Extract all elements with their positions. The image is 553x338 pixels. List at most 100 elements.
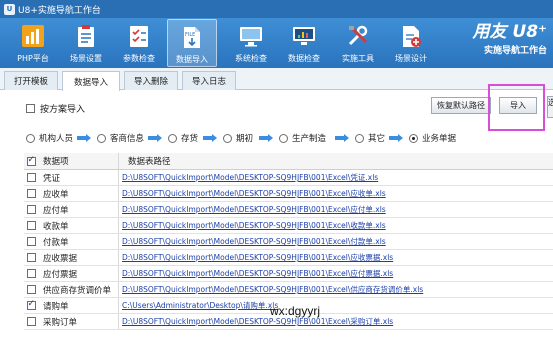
partial-button[interactable]: 选 [547,96,553,118]
radio-manufacturing[interactable] [279,133,288,143]
monitor-icon [237,22,265,50]
monitor-chart-icon [290,22,318,50]
row-checkbox[interactable] [26,285,36,294]
row-checkbox[interactable] [26,221,36,230]
options-row: 按方案导入 恢复默认路径 导入 [0,90,553,120]
flow-item-other[interactable]: 其它 [355,132,385,144]
table-row[interactable]: 付款单 D:\U8SOFT\QuickImport\Model\DESKTOP-… [24,234,553,250]
radio-customer-vendor[interactable] [97,133,106,143]
radio-business-docs[interactable] [409,133,418,143]
toolbar-data-import[interactable]: FILE 数据导入 [167,19,217,67]
select-all-checkbox[interactable] [26,155,36,166]
row-path-link[interactable]: D:\U8SOFT\QuickImport\Model\DESKTOP-SQ9H… [118,284,538,295]
row-item-name: 采购订单 [43,317,78,328]
bar-chart-icon [19,22,47,50]
arrow-right-icon [259,134,273,142]
row-checkbox[interactable] [26,253,36,262]
toolbar-scene-design[interactable]: 场景设计 [386,19,436,67]
table-row[interactable]: 应付票据 D:\U8SOFT\QuickImport\Model\DESKTOP… [24,266,553,282]
checklist-icon [125,22,153,50]
arrow-right-icon [389,134,403,142]
table-row[interactable]: 应收单 D:\U8SOFT\QuickImport\Model\DESKTOP-… [24,186,553,202]
app-icon: U [4,3,15,15]
main-toolbar: PHP平台 场景设置 参数检查 FILE 数据导入 系统检查 数据检查 实施工具… [0,18,553,68]
row-checkbox[interactable] [26,173,36,182]
row-item-name: 供应商存货调价单 [43,285,112,296]
arrow-right-icon [335,134,349,142]
tab-import-delete[interactable]: 导入删除 [124,71,178,90]
row-path-link[interactable]: D:\U8SOFT\QuickImport\Model\DESKTOP-SQ9H… [118,172,538,183]
table-row[interactable]: 应付单 D:\U8SOFT\QuickImport\Model\DESKTOP-… [24,202,553,218]
toolbar-data-check[interactable]: 数据检查 [279,19,329,67]
column-header-item[interactable]: 数据项 [38,155,118,167]
toolbar-param-check[interactable]: 参数检查 [114,19,164,67]
table-header: 数据项 数据表路径 [24,153,553,170]
tab-bar: 打开模板 数据导入 导入删除 导入日志 [0,68,553,91]
row-checkbox[interactable] [26,205,36,214]
row-path-link[interactable]: D:\U8SOFT\QuickImport\Model\DESKTOP-SQ9H… [118,188,538,199]
watermark-text: wx:dgyyrj [270,304,321,318]
brand-line1: 用友 U8⁺ [472,22,547,42]
row-item-name: 付款单 [43,237,69,248]
tools-icon [344,22,372,50]
table-row[interactable]: 收款单 D:\U8SOFT\QuickImport\Model\DESKTOP-… [24,218,553,234]
row-checkbox[interactable] [26,237,36,246]
flow-item-business-docs[interactable]: 业务单据 [409,132,456,144]
clipboard-icon [72,22,100,50]
toolbar-php-platform[interactable]: PHP平台 [8,19,58,67]
tab-data-import[interactable]: 数据导入 [62,71,120,91]
row-item-name: 应付票据 [43,269,78,280]
row-checkbox[interactable] [26,189,36,198]
scheme-import-label: 按方案导入 [40,105,86,115]
arrow-right-icon [203,134,217,142]
svg-text:FILE: FILE [185,32,195,38]
flow-item-inventory[interactable]: 存货 [168,132,198,144]
row-path-link[interactable]: D:\U8SOFT\QuickImport\Model\DESKTOP-SQ9H… [118,316,538,327]
row-item-name: 请购单 [43,301,69,312]
table-row[interactable]: 供应商存货调价单 D:\U8SOFT\QuickImport\Model\DES… [24,282,553,298]
category-flow: 机构人员 客商信息 存货 期初 生产制造 其它 业务单据 [0,128,553,148]
flow-item-customer-vendor[interactable]: 客商信息 [97,132,144,144]
row-checkbox[interactable] [26,269,36,278]
flow-item-opening[interactable]: 期初 [223,132,253,144]
title-bar: U U8+实施导航工作台 [0,0,553,18]
row-path-link[interactable]: D:\U8SOFT\QuickImport\Model\DESKTOP-SQ9H… [118,252,538,263]
table-row[interactable]: 应收票据 D:\U8SOFT\QuickImport\Model\DESKTOP… [24,250,553,266]
tab-open-template[interactable]: 打开模板 [4,71,58,90]
radio-inventory[interactable] [168,133,177,143]
flow-item-manufacturing[interactable]: 生产制造 [279,132,326,144]
row-item-name: 应收单 [43,189,69,200]
document-plus-icon [397,22,425,50]
arrow-right-icon [77,134,91,142]
row-path-link[interactable]: D:\U8SOFT\QuickImport\Model\DESKTOP-SQ9H… [118,220,538,231]
file-import-icon: FILE [178,23,206,51]
toolbar-scene-settings[interactable]: 场景设置 [61,19,111,67]
window-title: U8+实施导航工作台 [18,5,101,16]
toolbar-system-check[interactable]: 系统检查 [226,19,276,67]
import-highlight-box [488,84,545,131]
row-item-name: 应付单 [43,205,69,216]
arrow-right-icon [148,134,162,142]
scheme-import-checkbox[interactable] [26,104,35,113]
flow-item-org-staff[interactable]: 机构人员 [26,132,73,144]
brand-logo: 用友 U8⁺ 实施导航工作台 [447,20,547,66]
row-item-name: 应收票据 [43,253,78,264]
scheme-import-option[interactable]: 按方案导入 [26,102,85,115]
row-item-name: 凭证 [43,173,61,184]
row-path-link[interactable]: D:\U8SOFT\QuickImport\Model\DESKTOP-SQ9H… [118,236,538,247]
row-checkbox[interactable] [26,317,36,326]
toolbar-impl-tools[interactable]: 实施工具 [333,19,383,67]
column-header-path[interactable]: 数据表路径 [118,155,538,167]
radio-org-staff[interactable] [26,133,35,143]
row-path-link[interactable]: D:\U8SOFT\QuickImport\Model\DESKTOP-SQ9H… [118,268,538,279]
row-path-link[interactable]: D:\U8SOFT\QuickImport\Model\DESKTOP-SQ9H… [118,204,538,215]
row-path-link[interactable]: C:\Users\Administrator\Desktop\请购单.xls [118,300,538,311]
tab-import-log[interactable]: 导入日志 [182,71,236,90]
restore-default-path-button[interactable]: 恢复默认路径 [431,97,491,114]
radio-other[interactable] [355,133,364,143]
table-row[interactable]: 凭证 D:\U8SOFT\QuickImport\Model\DESKTOP-S… [24,170,553,186]
row-checkbox[interactable] [26,299,36,310]
brand-line2: 实施导航工作台 [483,46,547,56]
radio-opening[interactable] [223,133,232,143]
row-item-name: 收款单 [43,221,69,232]
